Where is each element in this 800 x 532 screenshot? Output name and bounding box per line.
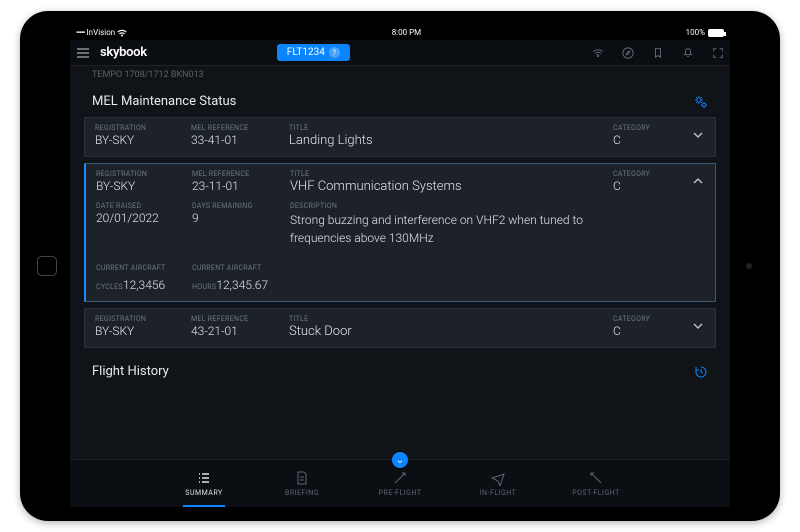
label-days-remaining: DAYS REMAINING [192,202,282,210]
home-button[interactable] [37,256,57,276]
document-icon [294,470,310,486]
fullscreen-icon[interactable] [712,47,724,59]
clock-label: 8:00 PM [392,28,421,37]
content-area: TEMPO 1708/1712 BKN013 MEL Maintenance S… [70,66,730,459]
battery-icon [708,29,724,37]
preflight-icon [392,470,408,486]
label-description: DESCRIPTION [290,202,705,210]
hours-value: 12,345.67 [216,278,268,292]
mel-item-expanded[interactable]: REGISTRATIONBY-SKY MEL REFERENCE23-11-01… [84,163,716,302]
nav-label: PRE-FLIGHT [378,489,421,497]
label-title: TITLE [290,170,605,178]
category-value: C [613,179,673,193]
mel-title-value: VHF Communication Systems [290,179,605,194]
history-section-header: Flight History [84,354,716,387]
compass-icon[interactable] [622,47,634,59]
days-remaining-value: 9 [192,211,282,225]
nav-summary[interactable]: SUMMARY [169,460,239,507]
nav-label: POST-FLIGHT [572,489,620,497]
menu-icon[interactable] [76,46,90,60]
nav-label: IN-FLIGHT [480,489,517,497]
label-registration: REGISTRATION [96,170,184,178]
mel-ref-value: 23-11-01 [192,179,282,193]
tablet-frame: ••••• InVision 8:00 PM 100% skybook FLT1… [20,11,780,521]
mel-title-value: Landing Lights [289,133,605,148]
nav-postflight[interactable]: POST-FLIGHT [561,460,631,507]
nav-briefing[interactable]: BRIEFING [267,460,337,507]
mel-section-header: MEL Maintenance Status [84,84,716,117]
chevron-down-icon[interactable] [681,318,705,337]
label-date-raised: DATE RAISED [96,202,184,210]
label-mel-ref: MEL REFERENCE [192,170,282,178]
mel-item[interactable]: REGISTRATIONBY-SKY MEL REFERENCE33-41-01… [84,117,716,157]
mel-item[interactable]: REGISTRATIONBY-SKY MEL REFERENCE43-21-01… [84,308,716,348]
carrier-label: InVision [87,28,116,37]
bell-icon[interactable] [682,47,694,59]
bottom-nav: ⌄ SUMMARY BRIEFING PRE-FLIGHT IN-FLIGHT … [70,459,730,507]
scroll-indicator[interactable]: ⌄ [392,452,408,468]
cycles-value: 12,3456 [123,278,165,292]
registration-value: BY-SKY [95,133,183,147]
battery-label: 100% [686,28,705,37]
signal-icon: ••••• [76,28,85,37]
nav-label: SUMMARY [185,489,222,497]
flight-number: FLT1234 [287,47,325,58]
chevron-down-icon[interactable] [681,127,705,146]
camera-dot [746,263,752,269]
mel-ref-value: 33-41-01 [191,133,281,147]
nav-inflight[interactable]: IN-FLIGHT [463,460,533,507]
mel-section-title: MEL Maintenance Status [92,94,236,109]
list-icon [196,470,212,486]
postflight-icon [588,470,604,486]
category-value: C [613,133,673,147]
chevron-up-icon[interactable] [681,173,705,192]
status-bar: ••••• InVision 8:00 PM 100% [70,25,730,40]
wifi-icon [117,29,127,37]
history-icon[interactable] [694,365,708,379]
mel-title-value: Stuck Door [289,324,605,339]
app-logo: skybook [100,45,147,60]
label-title: TITLE [289,315,605,323]
gear-icon[interactable] [694,95,708,109]
date-raised-value: 20/01/2022 [96,211,184,225]
label-registration: REGISTRATION [95,124,183,132]
label-registration: REGISTRATION [95,315,183,323]
label-category: CATEGORY [613,170,673,178]
label-category: CATEGORY [613,315,673,323]
category-value: C [613,324,673,338]
weather-tempo: TEMPO 1708/1712 BKN013 [84,66,716,84]
mel-ref-value: 43-21-01 [191,324,281,338]
wifi-status-icon[interactable] [592,47,604,59]
inflight-icon [490,470,506,486]
help-icon: ? [329,47,340,58]
screen: ••••• InVision 8:00 PM 100% skybook FLT1… [70,25,730,507]
history-section-title: Flight History [92,364,169,379]
app-topbar: skybook FLT1234 ? [70,40,730,66]
registration-value: BY-SKY [95,324,183,338]
label-mel-ref: MEL REFERENCE [191,124,281,132]
label-mel-ref: MEL REFERENCE [191,315,281,323]
description-value: Strong buzzing and interference on VHF2 … [290,211,610,247]
bookmark-icon[interactable] [652,47,664,59]
label-category: CATEGORY [613,124,673,132]
nav-label: BRIEFING [285,489,319,497]
flight-pill[interactable]: FLT1234 ? [277,44,350,61]
label-title: TITLE [289,124,605,132]
registration-value: BY-SKY [96,179,184,193]
